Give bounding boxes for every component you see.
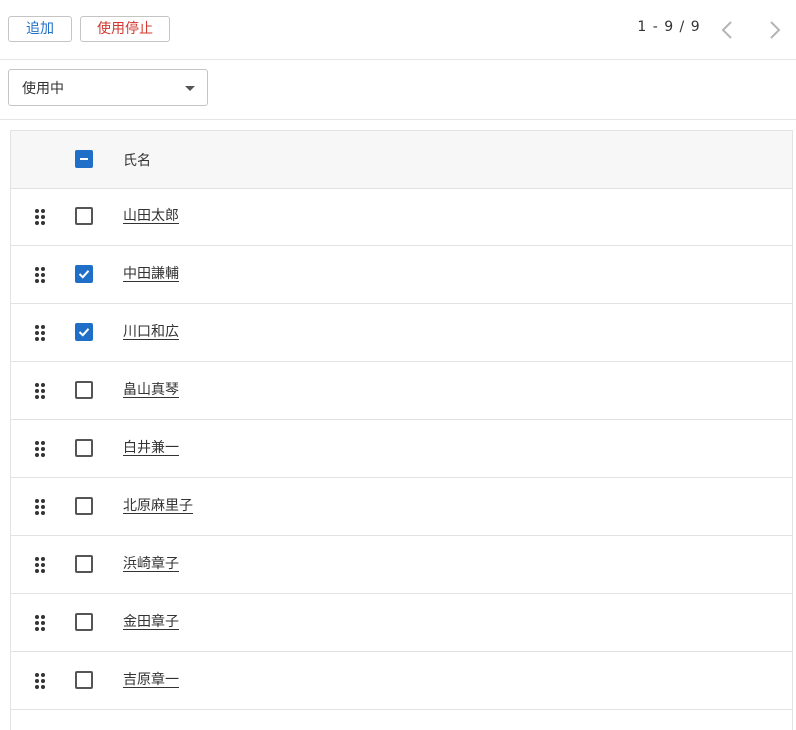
- user-name-link[interactable]: 吉原章一: [123, 669, 179, 689]
- table-row: 白井兼一: [11, 420, 792, 478]
- row-checkbox[interactable]: [75, 613, 93, 631]
- name-column-header: 氏名: [123, 153, 151, 169]
- drag-handle-icon[interactable]: [33, 672, 47, 690]
- chevron-right-icon: [770, 21, 781, 39]
- pagination-range: 1 - 9 / 9: [637, 19, 701, 35]
- drag-handle-icon[interactable]: [33, 324, 47, 342]
- user-name-link[interactable]: 白井兼一: [123, 437, 179, 457]
- table-row: 金田章子: [11, 594, 792, 652]
- next-page-button[interactable]: [762, 18, 786, 42]
- caret-down-icon: [185, 86, 195, 91]
- drag-handle-icon[interactable]: [33, 440, 47, 458]
- row-checkbox[interactable]: [75, 555, 93, 573]
- user-name-link[interactable]: 川口和広: [123, 321, 179, 341]
- table-row: 山田太郎: [11, 188, 792, 246]
- previous-page-button[interactable]: [716, 18, 740, 42]
- minus-icon: [80, 158, 88, 160]
- row-checkbox[interactable]: [75, 497, 93, 515]
- user-name-link[interactable]: 畠山真琴: [123, 379, 179, 399]
- check-icon: [78, 328, 90, 337]
- drag-handle-icon[interactable]: [33, 498, 47, 516]
- row-checkbox[interactable]: [75, 323, 93, 341]
- row-checkbox[interactable]: [75, 671, 93, 689]
- user-name-link[interactable]: 山田太郎: [123, 205, 179, 225]
- drag-handle-icon[interactable]: [33, 208, 47, 226]
- drag-handle-icon[interactable]: [33, 266, 47, 284]
- check-icon: [78, 270, 90, 279]
- select-all-checkbox[interactable]: [75, 150, 93, 168]
- table-row: 北原麻里子: [11, 478, 792, 536]
- row-checkbox[interactable]: [75, 207, 93, 225]
- table-row: 吉原章一: [11, 652, 792, 710]
- add-button[interactable]: 追加: [8, 16, 72, 42]
- table-row: 畠山真琴: [11, 362, 792, 420]
- table-row: 浜崎章子: [11, 536, 792, 594]
- drag-handle-icon[interactable]: [33, 382, 47, 400]
- row-checkbox[interactable]: [75, 439, 93, 457]
- user-table: 氏名 山田太郎中田謙輔川口和広畠山真琴白井兼一北原麻里子浜崎章子金田章子吉原章一: [10, 130, 793, 730]
- user-name-link[interactable]: 浜崎章子: [123, 553, 179, 573]
- filter-bar: 使用中: [0, 60, 796, 120]
- table-row: 川口和広: [11, 304, 792, 362]
- table-header: 氏名: [11, 131, 792, 189]
- table-row: 中田謙輔: [11, 246, 792, 304]
- row-checkbox[interactable]: [75, 381, 93, 399]
- toolbar: 追加 使用停止 1 - 9 / 9: [0, 0, 796, 60]
- stop-use-button[interactable]: 使用停止: [80, 16, 170, 42]
- drag-handle-icon[interactable]: [33, 614, 47, 632]
- user-name-link[interactable]: 金田章子: [123, 611, 179, 631]
- drag-handle-icon[interactable]: [33, 556, 47, 574]
- user-name-link[interactable]: 中田謙輔: [123, 263, 179, 283]
- chevron-left-icon: [721, 21, 732, 39]
- row-checkbox[interactable]: [75, 265, 93, 283]
- status-filter-select[interactable]: 使用中: [8, 69, 208, 106]
- user-name-link[interactable]: 北原麻里子: [123, 495, 193, 515]
- status-filter-value: 使用中: [22, 81, 64, 97]
